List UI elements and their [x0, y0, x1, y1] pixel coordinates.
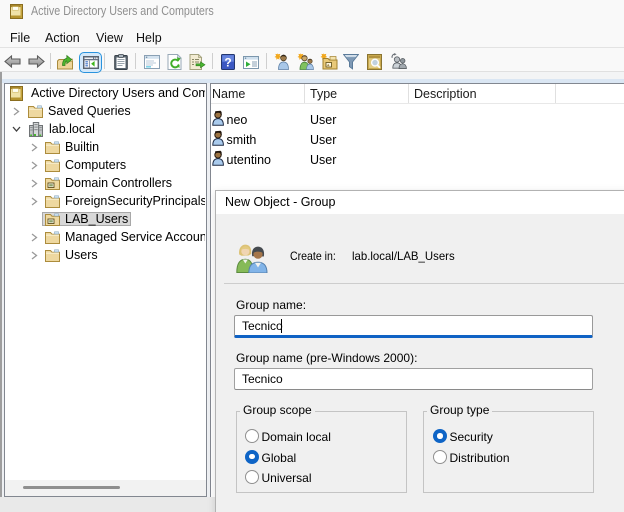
- svg-text:?: ?: [224, 56, 231, 70]
